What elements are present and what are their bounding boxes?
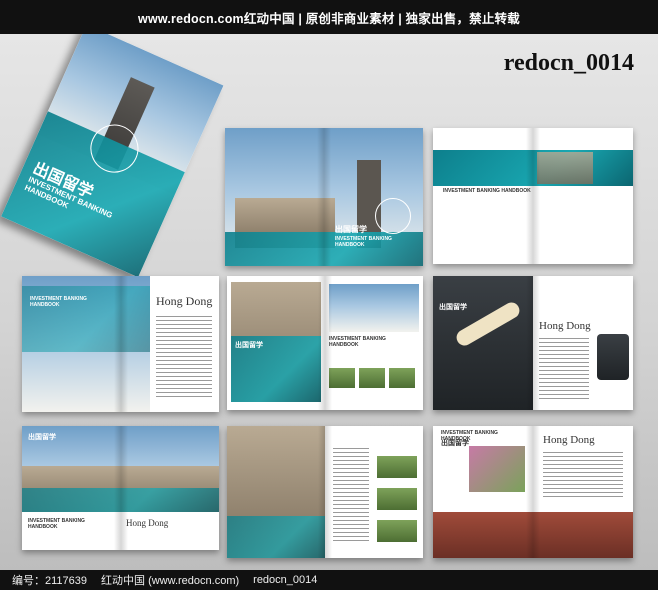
spread-1: 出国留学 INVESTMENT BANKING HANDBOOK (225, 128, 423, 266)
spread-8: 出国留学 INVESTMENT BANKING HANDBOOK Hong Do… (433, 426, 633, 558)
spread-4-photo-right (329, 284, 419, 332)
spread-3-heading: Hong Dong (156, 294, 213, 308)
spread-2-en-title: INVESTMENT BANKING HANDBOOK (443, 188, 531, 194)
spread-6-teal (22, 488, 219, 512)
spread-4: 出国留学 INVESTMENT BANKING HANDBOOK (227, 276, 423, 410)
spread-2: INVESTMENT BANKING HANDBOOK (433, 128, 633, 264)
spread-5-heading: Hong Dong (539, 320, 591, 332)
spread-8-heading: Hong Dong (543, 434, 595, 446)
footer-id: 编号：2117639 (12, 575, 88, 587)
spread-5-text (539, 338, 589, 400)
spread-5-cn-title: 出国留学 (439, 304, 467, 311)
spread-7-teal (227, 516, 325, 558)
spread-6-heading: Hong Dong (126, 518, 169, 528)
spread-5-cap (597, 334, 629, 380)
banner-text: www.redocn.com红动中国 | 原创非商业素材 | 独家出售，禁止转载 (138, 11, 520, 26)
footer-code: redocn_0014 (253, 574, 318, 586)
spread-1-circle (375, 198, 411, 234)
spread-8-en-title: INVESTMENT BANKING HANDBOOK (441, 430, 498, 442)
spread-4-en-title: INVESTMENT BANKING HANDBOOK (329, 336, 386, 348)
spread-1-teal (225, 232, 423, 266)
brochure-cover: 出国留学 INVESTMENT BANKING HANDBOOK (1, 34, 224, 278)
footer-site: 红动中国 (www.redocn.com) (101, 575, 240, 587)
spread-6-en-title: INVESTMENT BANKING HANDBOOK (28, 518, 85, 530)
spread-6-cn-title: 出国留学 (28, 434, 56, 441)
spread-7-thumb-1 (377, 456, 417, 478)
spread-4-thumb-1 (329, 368, 355, 388)
top-banner: www.redocn.com红动中国 | 原创非商业素材 | 独家出售，禁止转载 (0, 0, 658, 34)
spread-8-campus (433, 512, 633, 558)
spread-4-thumb-3 (389, 368, 415, 388)
spread-4-cn-title: 出国留学 (235, 342, 263, 349)
spread-7-thumb-2 (377, 488, 417, 510)
spread-6: 出国留学 INVESTMENT BANKING HANDBOOK Hong Do… (22, 426, 219, 550)
spread-1-cn-title: 出国留学 (335, 225, 367, 234)
spread-3-en-title: INVESTMENT BANKING HANDBOOK (30, 296, 87, 308)
spread-2-teal-band (433, 150, 633, 186)
spread-3-text (156, 316, 212, 400)
spread-1-en-title: INVESTMENT BANKING HANDBOOK (335, 236, 392, 248)
spread-8-text (543, 452, 623, 500)
spread-7-thumb-3 (377, 520, 417, 542)
spread-4-thumb-2 (359, 368, 385, 388)
spread-5-photo (433, 276, 533, 410)
spread-2-photo (537, 152, 593, 184)
spread-8-photo (469, 446, 525, 492)
product-code: redocn_0014 (503, 50, 634, 76)
preview-canvas: redocn_0014 出国留学 INVESTMENT BANKING HAND… (0, 34, 658, 570)
spread-5: 出国留学 Hong Dong (433, 276, 633, 410)
footer-bar: 编号：2117639 红动中国 (www.redocn.com) redocn_… (0, 570, 658, 590)
spread-3: INVESTMENT BANKING HANDBOOK Hong Dong (22, 276, 219, 412)
spread-7 (227, 426, 423, 558)
spread-7-text (333, 448, 369, 544)
